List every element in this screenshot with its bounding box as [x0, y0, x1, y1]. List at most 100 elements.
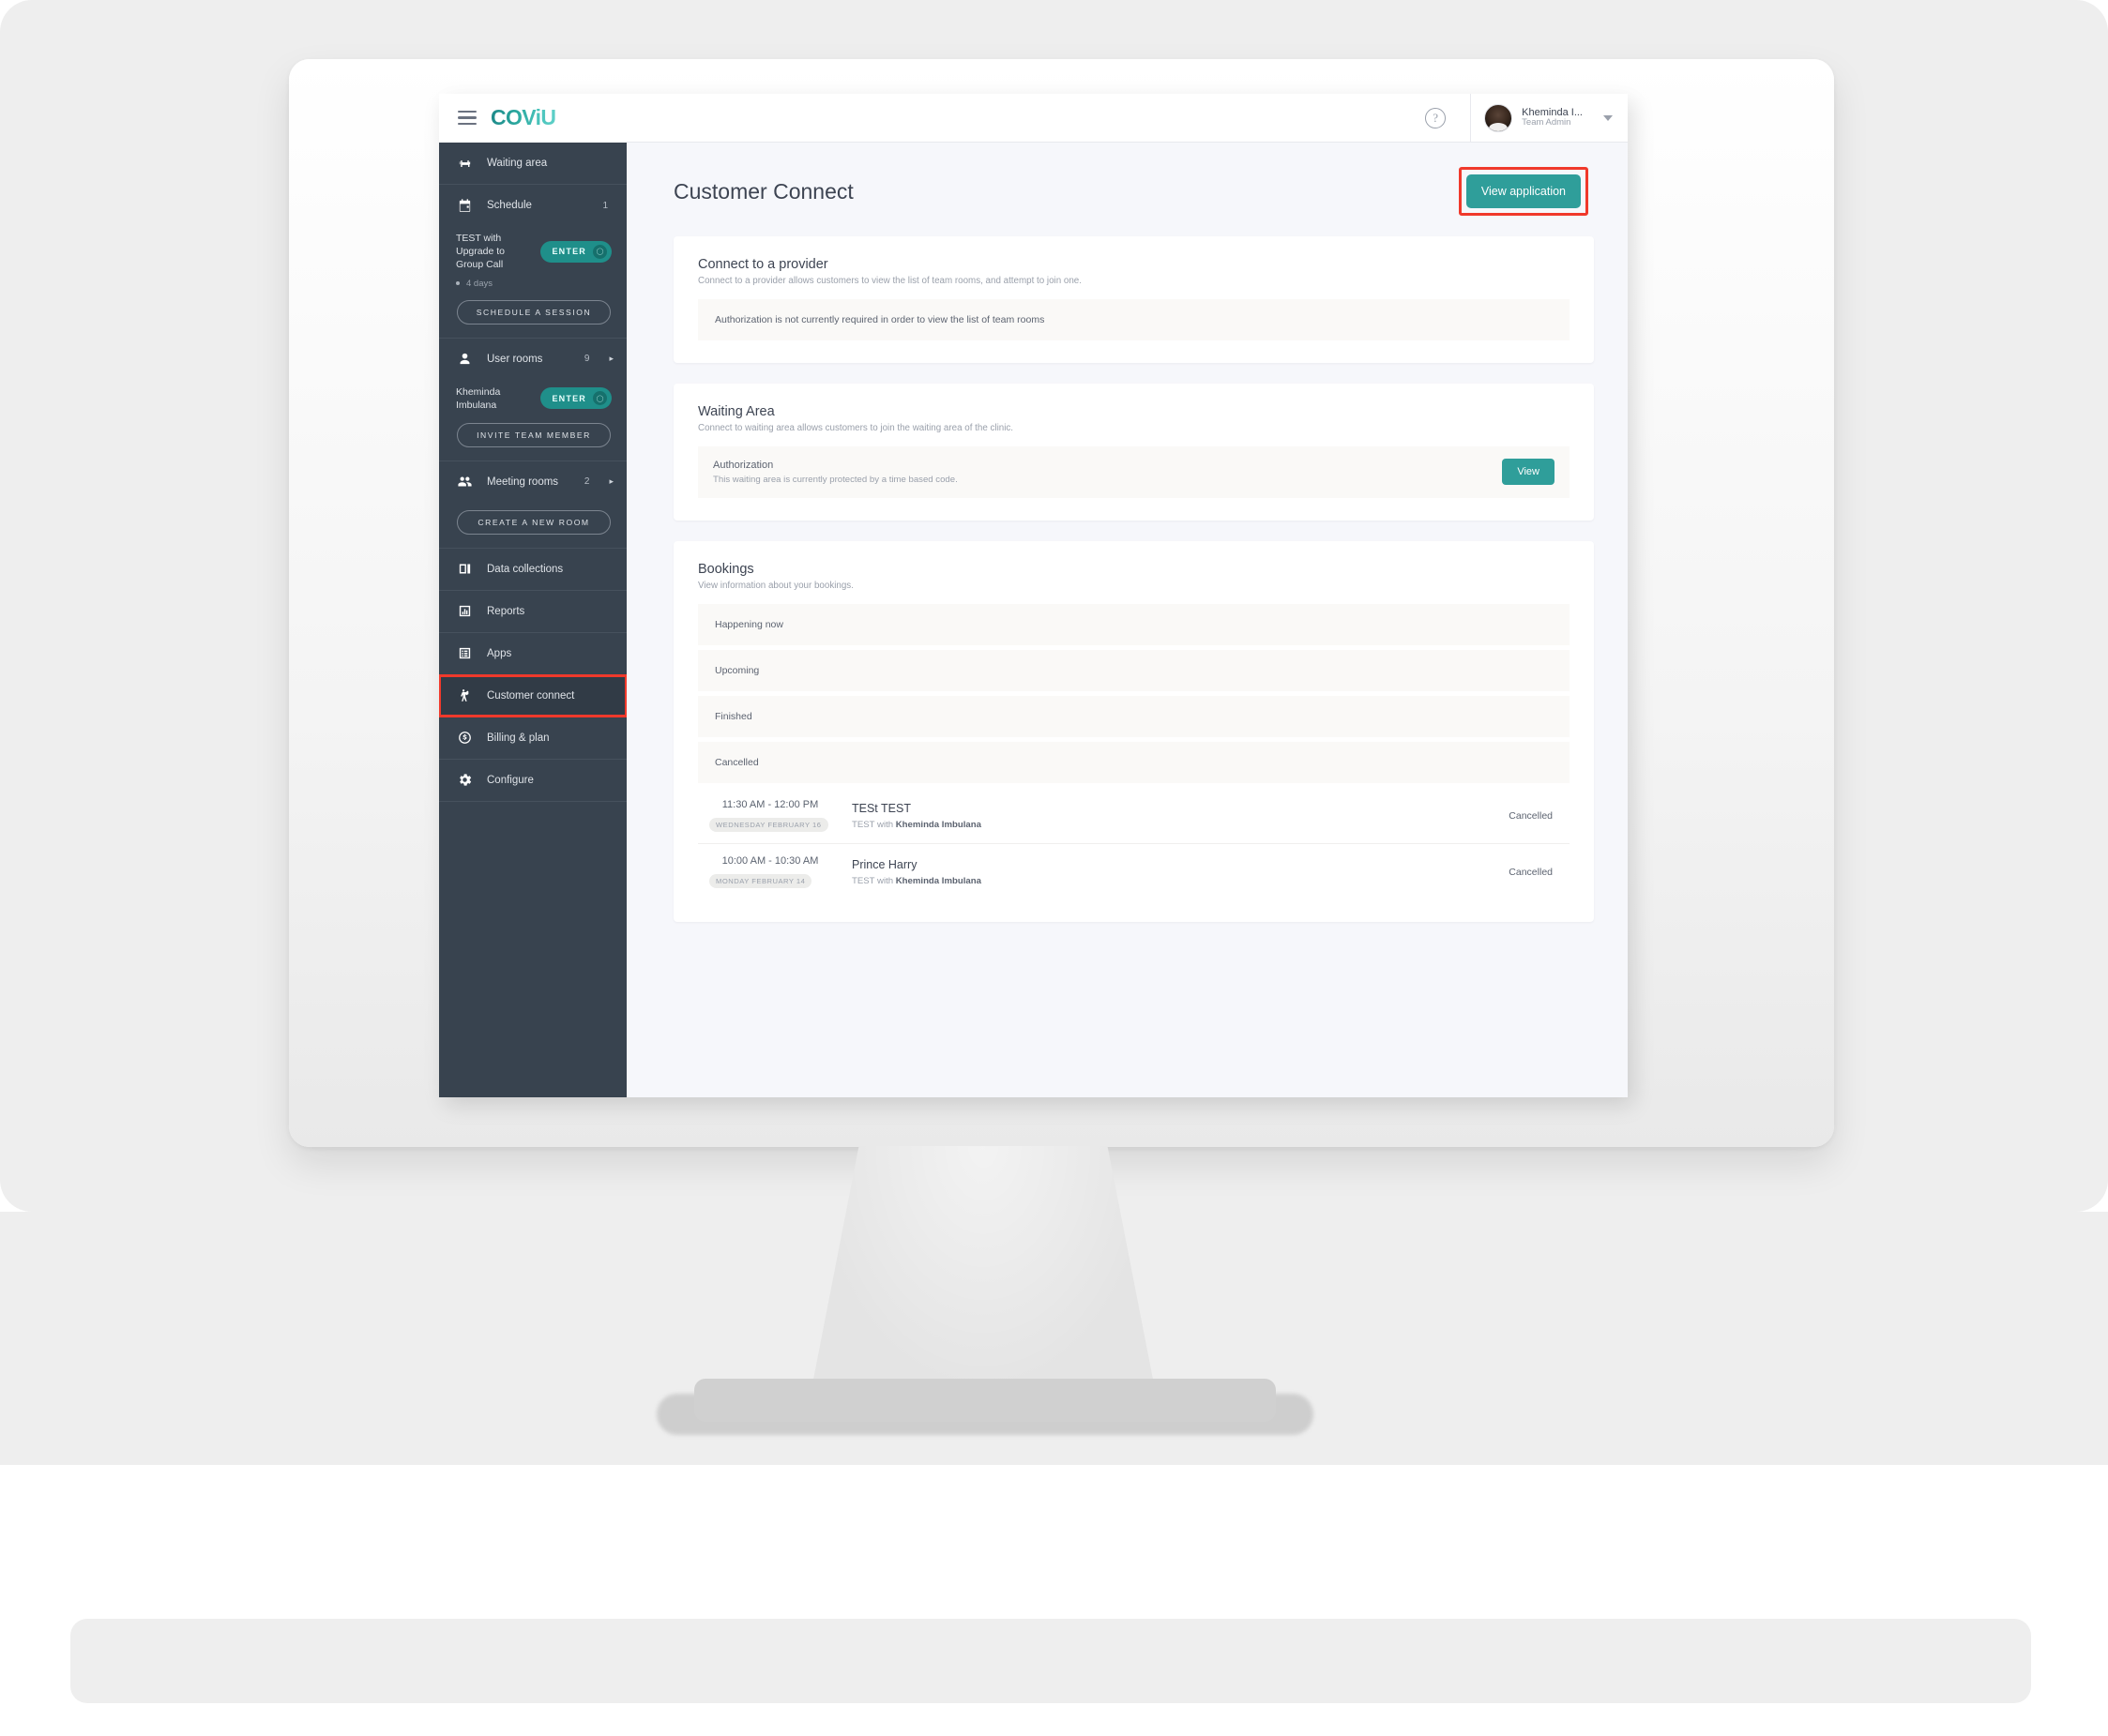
- sidebar: Waiting area Schedule 1 TEST with Upgrad…: [439, 143, 627, 1097]
- view-application-highlight-box: View application: [1458, 167, 1588, 216]
- apps-icon: [456, 645, 473, 662]
- divider: [439, 800, 627, 802]
- hamburger-menu-icon[interactable]: [458, 110, 477, 126]
- status-badge: Cancelled: [1509, 809, 1553, 822]
- enter-toggle-knob: ◯: [593, 244, 607, 259]
- coviu-logo[interactable]: COViU: [491, 105, 556, 130]
- booking-with-prefix: TEST with: [852, 875, 896, 886]
- schedule-room-enter-button[interactable]: ENTER ◯: [540, 240, 612, 263]
- chart-icon: [456, 603, 473, 620]
- card-subtitle: Connect to waiting area allows customers…: [698, 423, 1013, 433]
- dollar-icon: [456, 730, 473, 747]
- provider-authorization-info: Authorization is not currently required …: [698, 299, 1570, 340]
- waiting-area-icon: [456, 155, 473, 172]
- brand-zone: COViU: [439, 94, 627, 143]
- user-menu[interactable]: Kheminda I... Team Admin: [1470, 94, 1628, 143]
- user-room-name: Kheminda Imbulana: [456, 385, 501, 411]
- booking-group-upcoming[interactable]: Upcoming: [698, 650, 1570, 691]
- chevron-down-icon[interactable]: [1603, 114, 1613, 121]
- chevron-right-icon[interactable]: ▸: [609, 476, 614, 487]
- user-text: Kheminda I... Team Admin: [1522, 107, 1583, 129]
- sidebar-item-count: 9: [584, 354, 590, 365]
- user-room-enter-button[interactable]: ENTER ◯: [540, 387, 612, 410]
- enter-label: ENTER: [552, 247, 586, 257]
- booking-time: 11:30 AM - 12:00 PM: [721, 799, 819, 810]
- sidebar-item-count: 1: [602, 200, 608, 211]
- authorization-title: Authorization: [713, 459, 774, 471]
- sidebar-item-customer-connect[interactable]: Customer connect: [439, 673, 627, 717]
- booking-details: Prince Harry TEST with Kheminda Imbulana: [831, 858, 1509, 886]
- card-title: Bookings: [698, 562, 754, 577]
- sidebar-item-label: Billing & plan: [487, 732, 550, 744]
- help-icon[interactable]: ?: [1425, 107, 1447, 128]
- sidebar-item-configure[interactable]: Configure: [439, 760, 627, 801]
- booking-time-column: 11:30 AM - 12:00 PM WEDNESDAY FEBRUARY 1…: [709, 799, 831, 832]
- top-bar-right: ? Kheminda I... Team Admin: [1425, 94, 1628, 143]
- card-subtitle: View information about your bookings.: [698, 581, 854, 591]
- sidebar-item-reports[interactable]: Reports: [439, 591, 627, 632]
- status-badge: Cancelled: [1509, 866, 1553, 878]
- sidebar-item-label: User rooms: [487, 353, 543, 365]
- meeting-room-block: CREATE A NEW ROOM: [439, 503, 627, 548]
- main-content: Customer Connect View application Connec…: [627, 143, 1628, 1097]
- sidebar-item-meeting-rooms[interactable]: Meeting rooms 2 ▸: [439, 461, 627, 503]
- connect-to-provider-card: Connect to a provider Connect to a provi…: [674, 236, 1594, 363]
- sidebar-item-label: Data collections: [487, 563, 564, 575]
- sidebar-item-user-rooms[interactable]: User rooms 9 ▸: [439, 339, 627, 380]
- sidebar-item-label: Schedule: [487, 200, 532, 211]
- table-row[interactable]: 11:30 AM - 12:00 PM WEDNESDAY FEBRUARY 1…: [698, 788, 1570, 844]
- create-a-new-room-button[interactable]: CREATE A NEW ROOM: [457, 509, 611, 535]
- status-dot: [456, 281, 460, 286]
- monitor-screen: COViU ? Kheminda I... Team Admin Waiting…: [439, 94, 1628, 1097]
- view-button[interactable]: View: [1502, 459, 1554, 485]
- page-title: Customer Connect: [674, 178, 854, 204]
- collections-icon: [456, 561, 473, 578]
- booking-group-happening-now[interactable]: Happening now: [698, 604, 1570, 645]
- schedule-a-session-button[interactable]: SCHEDULE A SESSION: [457, 299, 611, 325]
- booking-date-badge: WEDNESDAY FEBRUARY 16: [709, 818, 828, 832]
- waiting-area-authorization-row: Authorization This waiting area is curre…: [698, 446, 1570, 498]
- sidebar-item-data-collections[interactable]: Data collections: [439, 549, 627, 590]
- waiting-area-authorization-text: Authorization This waiting area is curre…: [713, 460, 958, 485]
- sidebar-item-label: Configure: [487, 774, 534, 786]
- sidebar-item-label: Reports: [487, 605, 525, 617]
- booking-group-cancelled[interactable]: Cancelled: [698, 742, 1570, 783]
- schedule-room-name: TEST with Upgrade to Group Call: [456, 233, 505, 271]
- card-subtitle: Connect to a provider allows customers t…: [698, 276, 1082, 286]
- sidebar-item-billing-and-plan[interactable]: Billing & plan: [439, 717, 627, 759]
- booking-group-finished[interactable]: Finished: [698, 696, 1570, 737]
- enter-label: ENTER: [552, 393, 586, 403]
- sidebar-item-label: Apps: [487, 647, 512, 659]
- schedule-room-block: TEST with Upgrade to Group Call ENTER ◯ …: [439, 226, 627, 338]
- booking-date-badge: MONDAY FEBRUARY 14: [709, 874, 812, 888]
- table-row[interactable]: 10:00 AM - 10:30 AM MONDAY FEBRUARY 14 P…: [698, 844, 1570, 899]
- view-application-button[interactable]: View application: [1465, 174, 1581, 208]
- invite-team-member-button[interactable]: INVITE TEAM MEMBER: [457, 422, 611, 447]
- booking-time-column: 10:00 AM - 10:30 AM MONDAY FEBRUARY 14: [709, 855, 831, 888]
- booking-with: TEST with Kheminda Imbulana: [852, 820, 1509, 830]
- avatar: [1484, 103, 1513, 132]
- monitor-neck: [811, 1146, 1156, 1394]
- page-root: COViU ? Kheminda I... Team Admin Waiting…: [0, 0, 2108, 1736]
- waiting-area-card: Waiting Area Connect to waiting area all…: [674, 384, 1594, 521]
- booking-with-prefix: TEST with: [852, 819, 896, 830]
- schedule-room-line: TEST with Upgrade to Group Call ENTER ◯: [456, 232, 612, 272]
- sidebar-item-waiting-area[interactable]: Waiting area: [439, 143, 627, 184]
- booking-time: 10:00 AM - 10:30 AM: [721, 855, 819, 867]
- sidebar-item-schedule[interactable]: Schedule 1: [439, 185, 627, 226]
- sidebar-item-label: Waiting area: [487, 158, 548, 169]
- chevron-right-icon[interactable]: ▸: [609, 354, 614, 364]
- sidebar-item-apps[interactable]: Apps: [439, 633, 627, 674]
- schedule-room-days: 4 days: [466, 278, 493, 289]
- calendar-icon: [456, 197, 473, 214]
- booking-name: TESt TEST: [852, 801, 911, 815]
- card-title: Waiting Area: [698, 404, 775, 419]
- booking-details: TESt TEST TEST with Kheminda Imbulana: [831, 802, 1509, 830]
- monitor-base: [694, 1379, 1276, 1422]
- group-icon: [456, 474, 473, 491]
- sidebar-item-count: 2: [584, 476, 590, 488]
- app-window: COViU ? Kheminda I... Team Admin Waiting…: [439, 94, 1628, 1097]
- bookings-card: Bookings View information about your boo…: [674, 541, 1594, 922]
- sidebar-item-label: Meeting rooms: [487, 476, 559, 488]
- customer-connect-icon: [456, 687, 473, 704]
